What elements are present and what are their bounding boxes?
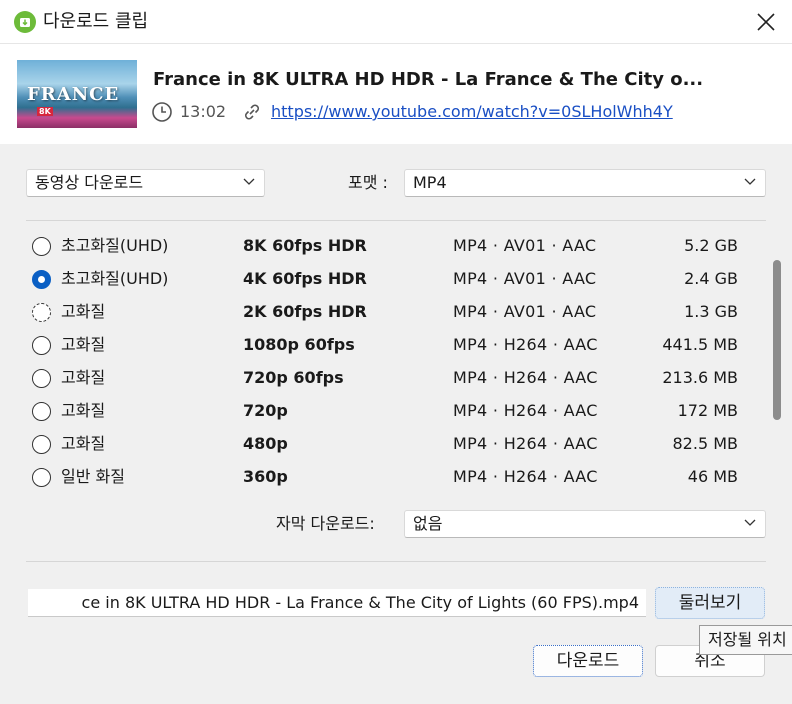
quality-resolution: 4K 60fps HDR (243, 269, 367, 288)
quality-resolution: 360p (243, 467, 288, 486)
app-icon (13, 10, 37, 34)
quality-resolution: 480p (243, 434, 288, 453)
quality-radio[interactable] (32, 369, 51, 388)
video-header: FRANCE 8K France in 8K ULTRA HD HDR - La… (0, 44, 792, 144)
save-location-tooltip: 저장될 위치 (699, 625, 792, 655)
quality-codec: MP4 · H264 · AAC (453, 368, 598, 387)
quality-list-scrollbar[interactable] (770, 234, 782, 490)
quality-size: 5.2 GB (684, 236, 738, 255)
download-type-value: 동영상 다운로드 (35, 173, 144, 192)
quality-row-7[interactable]: 일반 화질 360p MP4 · H264 · AAC 46 MB (26, 461, 756, 494)
clock-icon (151, 101, 173, 123)
video-title: France in 8K ULTRA HD HDR - La France & … (153, 69, 704, 90)
quality-codec: MP4 · H264 · AAC (453, 335, 598, 354)
subtitle-label: 자막 다운로드: (276, 514, 375, 533)
format-select[interactable]: MP4 (404, 169, 766, 197)
quality-radio[interactable] (32, 303, 51, 322)
quality-resolution: 8K 60fps HDR (243, 236, 367, 255)
chevron-down-icon (243, 178, 255, 185)
quality-label: 초고화질(UHD) (61, 236, 169, 255)
quality-label: 초고화질(UHD) (61, 269, 169, 288)
quality-codec: MP4 · H264 · AAC (453, 467, 598, 486)
quality-codec: MP4 · AV01 · AAC (453, 236, 597, 255)
video-thumbnail: FRANCE 8K (17, 60, 137, 128)
quality-size: 172 MB (677, 401, 738, 420)
download-type-select[interactable]: 동영상 다운로드 (26, 169, 265, 197)
quality-label: 고화질 (61, 302, 106, 321)
quality-row-1[interactable]: 초고화질(UHD) 4K 60fps HDR MP4 · AV01 · AAC … (26, 263, 756, 296)
subtitle-value: 없음 (413, 514, 443, 533)
filename-input[interactable]: ce in 8K ULTRA HD HDR - La France & The … (28, 589, 646, 617)
title-bar: 다운로드 클립 (0, 0, 792, 44)
quality-row-4[interactable]: 고화질 720p 60fps MP4 · H264 · AAC 213.6 MB (26, 362, 756, 395)
close-icon (757, 13, 775, 31)
quality-list[interactable]: 초고화질(UHD) 8K 60fps HDR MP4 · AV01 · AAC … (26, 230, 766, 494)
thumbnail-text: FRANCE (27, 84, 120, 105)
quality-size: 82.5 MB (672, 434, 739, 453)
quality-resolution: 720p 60fps (243, 368, 344, 387)
window-title: 다운로드 클립 (43, 11, 149, 32)
quality-size: 441.5 MB (662, 335, 738, 354)
quality-row-2[interactable]: 고화질 2K 60fps HDR MP4 · AV01 · AAC 1.3 GB (26, 296, 756, 329)
chevron-down-icon (744, 178, 756, 185)
quality-label: 고화질 (61, 368, 106, 387)
quality-radio[interactable] (32, 270, 51, 289)
chevron-down-icon (744, 519, 756, 526)
quality-resolution: 720p (243, 401, 288, 420)
quality-radio[interactable] (32, 402, 51, 421)
video-url-link[interactable]: https://www.youtube.com/watch?v=0SLHolWh… (271, 101, 673, 123)
video-duration: 13:02 (180, 102, 227, 121)
quality-radio[interactable] (32, 435, 51, 454)
quality-radio[interactable] (32, 336, 51, 355)
quality-row-5[interactable]: 고화질 720p MP4 · H264 · AAC 172 MB (26, 395, 756, 428)
quality-size: 2.4 GB (684, 269, 738, 288)
format-value: MP4 (413, 173, 447, 192)
divider (26, 220, 766, 221)
quality-size: 1.3 GB (684, 302, 738, 321)
quality-label: 일반 화질 (61, 467, 125, 486)
thumbnail-badge: 8K (37, 107, 53, 116)
quality-label: 고화질 (61, 335, 106, 354)
filename-value: ce in 8K ULTRA HD HDR - La France & The … (81, 593, 639, 612)
quality-label: 고화질 (61, 401, 106, 420)
quality-codec: MP4 · AV01 · AAC (453, 302, 597, 321)
quality-size: 213.6 MB (662, 368, 738, 387)
scrollbar-thumb[interactable] (773, 260, 781, 420)
subtitle-select[interactable]: 없음 (404, 510, 766, 538)
quality-codec: MP4 · AV01 · AAC (453, 269, 597, 288)
quality-resolution: 1080p 60fps (243, 335, 355, 354)
quality-radio[interactable] (32, 468, 51, 487)
quality-resolution: 2K 60fps HDR (243, 302, 367, 321)
quality-radio[interactable] (32, 237, 51, 256)
quality-size: 46 MB (687, 467, 738, 486)
close-button[interactable] (744, 0, 788, 44)
download-button[interactable]: 다운로드 (533, 645, 643, 677)
quality-row-3[interactable]: 고화질 1080p 60fps MP4 · H264 · AAC 441.5 M… (26, 329, 756, 362)
quality-row-6[interactable]: 고화질 480p MP4 · H264 · AAC 82.5 MB (26, 428, 756, 461)
quality-codec: MP4 · H264 · AAC (453, 434, 598, 453)
browse-button[interactable]: 둘러보기 (655, 587, 765, 619)
link-icon (241, 101, 263, 123)
quality-row-0[interactable]: 초고화질(UHD) 8K 60fps HDR MP4 · AV01 · AAC … (26, 230, 756, 263)
format-label: 포맷 : (348, 173, 388, 192)
quality-label: 고화질 (61, 434, 106, 453)
divider (26, 561, 766, 562)
quality-codec: MP4 · H264 · AAC (453, 401, 598, 420)
